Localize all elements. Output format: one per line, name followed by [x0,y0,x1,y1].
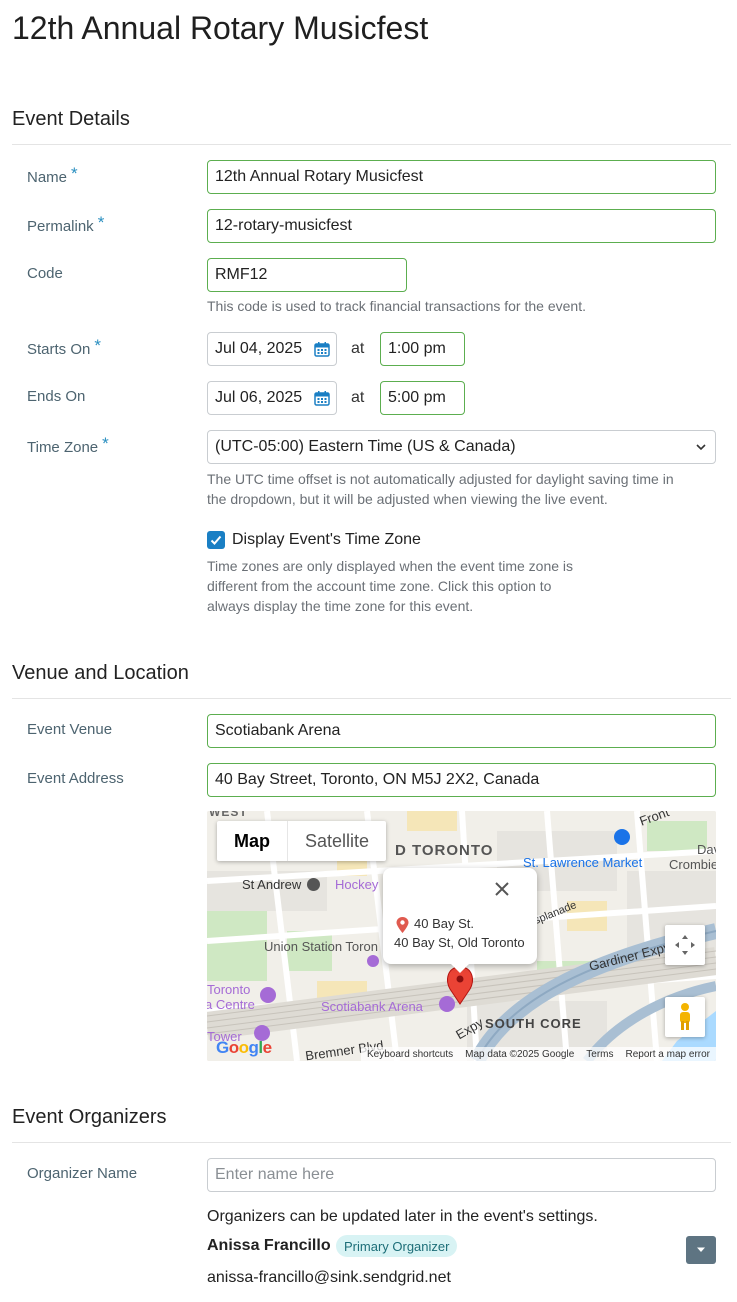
code-input[interactable]: RMF12 [207,258,407,292]
ends-on-label: Ends On [27,388,86,405]
at-text: at [351,389,365,406]
display-tz-help-3: always display the time zone for this ev… [207,598,474,614]
section-title-event-details: Event Details [12,108,130,130]
organizers-help: Organizers can be updated later in the e… [207,1208,598,1225]
required-marker: * [97,213,105,232]
map-label-west: WEST [209,811,248,819]
report-error-link[interactable]: Report a map error [626,1049,710,1060]
name-label: Name * [27,164,78,186]
map-label-old-toronto: D TORONTO [395,842,494,859]
organizer-name-label: Organizer Name [27,1165,138,1182]
start-date-value: Jul 04, 2025 [215,340,303,357]
permalink-label: Permalink * [27,213,105,235]
map-label-st-andrew: St Andrew [242,877,302,892]
organizer-name-input[interactable] [207,1158,716,1192]
map-label-scotiabank: Scotiabank Arena [321,999,423,1014]
chevron-down-icon [696,444,706,451]
map-footer: Keyboard shortcuts Map data ©2025 Google… [360,1047,716,1061]
terms-link[interactable]: Terms [586,1049,613,1060]
map-label-union: Union Station Toron [264,939,378,954]
close-icon[interactable] [493,880,511,898]
end-time-input[interactable]: 5:00 pm [380,381,465,415]
section-divider [12,1142,731,1143]
section-title-organizers: Event Organizers [12,1106,167,1128]
start-date-input[interactable]: Jul 04, 2025 [207,332,337,366]
calendar-icon[interactable] [314,390,330,406]
code-label: Code [27,265,63,282]
starts-on-label: Starts On * [27,336,101,358]
time-zone-help-1: The UTC time offset is not automatically… [207,471,674,487]
section-title-venue: Venue and Location [12,662,189,684]
page-title: 12th Annual Rotary Musicfest [12,10,429,46]
name-input[interactable]: 12th Annual Rotary Musicfest [207,160,716,194]
map-label-st-lawrence: St. Lawrence Market [523,855,643,870]
organizer-email: anissa-francillo@sink.sendgrid.net [207,1269,451,1286]
map-type-tabs: Map Satellite [217,821,387,861]
checkmark-icon [210,535,222,545]
map-label-dav: Dav [697,842,716,857]
organizer-actions-button[interactable] [686,1236,716,1264]
calendar-icon[interactable] [314,341,330,357]
map-tab-map[interactable]: Map [217,821,288,861]
display-timezone-checkbox[interactable] [207,531,225,549]
time-zone-value: (UTC-05:00) Eastern Time (US & Canada) [215,438,516,455]
primary-organizer-badge: Primary Organizer [336,1235,458,1257]
venue-label: Event Venue [27,721,113,738]
location-pin-icon [396,917,409,933]
venue-input[interactable]: Scotiabank Arena [207,714,716,748]
map-tab-satellite[interactable]: Satellite [288,821,386,861]
map-label-centre: a Centre [207,997,255,1012]
section-divider [12,144,731,145]
required-marker: * [94,336,101,355]
address-input[interactable]: 40 Bay Street, Toronto, ON M5J 2X2, Cana… [207,763,716,797]
google-logo: Google [216,1038,272,1057]
time-zone-help-2: the dropdown, but it will be adjusted wh… [207,491,608,507]
map-camera-control[interactable] [665,925,705,965]
map-info-popup: 40 Bay St. 40 Bay St, Old Toronto [383,868,537,973]
display-timezone-label[interactable]: Display Event's Time Zone [232,531,421,549]
section-divider [12,698,731,699]
map-label-south-core: SOUTH CORE [485,1016,582,1031]
keyboard-shortcuts-link[interactable]: Keyboard shortcuts [367,1049,453,1060]
start-time-input[interactable]: 1:00 pm [380,332,465,366]
display-tz-help-2: different from the account time zone. Cl… [207,578,552,594]
required-marker: * [71,164,78,183]
organizer-name: Anissa Francillo [207,1237,331,1254]
map-label-crombie: Crombie [669,857,716,872]
move-arrows-icon [675,935,695,955]
caret-down-icon [697,1247,705,1252]
address-label: Event Address [27,770,124,787]
pegman-icon [680,1003,690,1030]
display-tz-help-1: Time zones are only displayed when the e… [207,558,574,574]
code-help: This code is used to track financial tra… [207,298,586,314]
map-label-toronto: Toronto [207,982,251,997]
map-data-credit: Map data ©2025 Google [465,1048,575,1060]
street-view-pegman[interactable] [665,997,705,1037]
end-date-value: Jul 06, 2025 [215,389,303,406]
end-date-input[interactable]: Jul 06, 2025 [207,381,337,415]
permalink-input[interactable]: 12-rotary-musicfest [207,209,716,243]
time-zone-select[interactable]: (UTC-05:00) Eastern Time (US & Canada) [207,430,716,464]
popup-address-line1: 40 Bay St. [414,916,474,931]
time-zone-label: Time Zone * [27,434,109,456]
map-embed[interactable]: Map Satellite WEST D TORONTO St Andrew H… [207,811,716,1061]
required-marker: * [102,434,109,453]
map-label-hockey: Hockey [335,877,379,892]
popup-address-line2: 40 Bay St, Old Toronto [394,935,525,950]
at-text: at [351,340,365,357]
